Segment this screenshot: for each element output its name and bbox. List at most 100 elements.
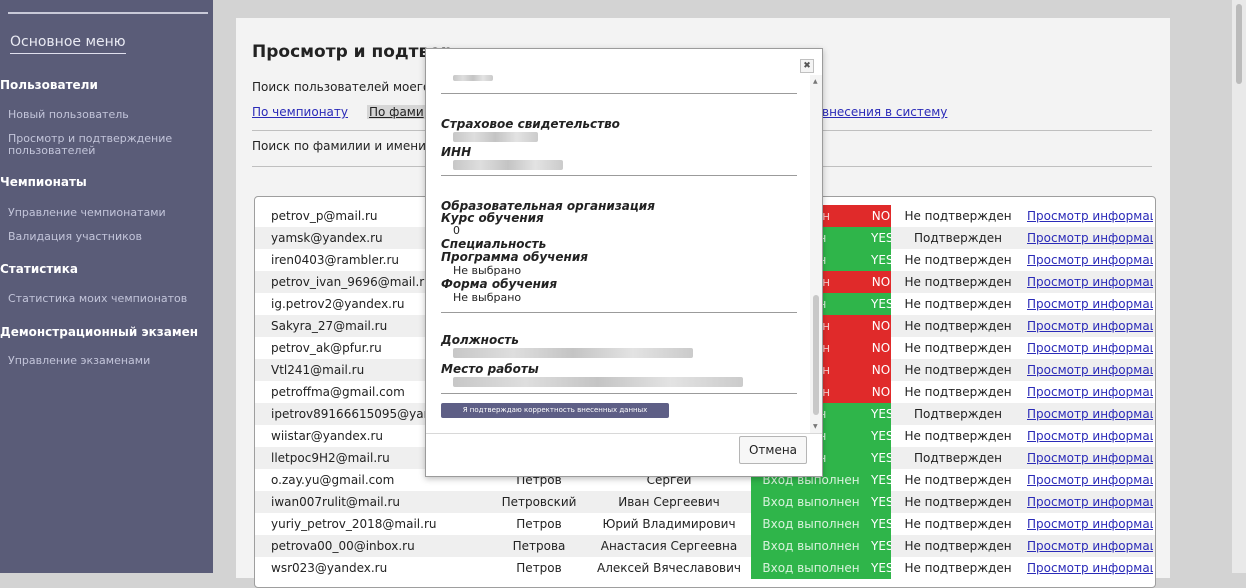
sidebar-item-new-user[interactable]: Новый пользователь (8, 109, 198, 121)
cell-email: iwan007rulit@mail.ru (271, 495, 400, 509)
cancel-button[interactable]: Отмена (739, 436, 807, 464)
cell-login-status: Вход выполнен (751, 557, 871, 579)
cell-flag: NO (871, 381, 891, 403)
cell-confirmation: Не подтвержден (904, 275, 1012, 289)
cell-confirmation: Не подтвержден (904, 385, 1012, 399)
nav-by-entry-date[interactable]: внесения в систему (822, 105, 947, 119)
cell-confirmation: Не подтвержден (904, 209, 1012, 223)
nav-by-championship[interactable]: По чемпионату (252, 105, 348, 119)
view-info-link[interactable]: Просмотр информации (1027, 381, 1153, 403)
page-scroll-thumb[interactable] (1236, 4, 1242, 84)
view-info-link[interactable]: Просмотр информации (1027, 271, 1153, 293)
sidebar-item-manage-championships[interactable]: Управление чемпионатами (8, 207, 198, 219)
sidebar-item-validation[interactable]: Валидация участников (8, 231, 198, 243)
view-info-link[interactable]: Просмотр информации (1027, 535, 1153, 557)
cell-flag: YES (871, 425, 891, 447)
page-scrollbar[interactable] (1232, 0, 1246, 573)
sidebar-section-demo-exam[interactable]: Демонстрационный экзамен (0, 325, 198, 339)
label-position: Должность (441, 333, 519, 347)
cell-confirmation: Не подтвержден (904, 297, 1012, 311)
view-info-link[interactable]: Просмотр информации (1027, 425, 1153, 447)
cell-first-name: Алексей Вячеславович (596, 561, 742, 575)
cell-first-name: Иван Сергеевич (618, 495, 720, 509)
cell-flag: YES (871, 469, 891, 491)
table-row: petrova00_00@inbox.ru Петрова Анастасия Се… (255, 535, 1155, 557)
view-info-link[interactable]: Просмотр информации (1027, 491, 1153, 513)
redacted-value (453, 75, 493, 81)
sidebar-item-my-stats[interactable]: Статистика моих чемпионатов (8, 293, 198, 305)
redacted-value (453, 160, 563, 170)
view-info-link[interactable]: Просмотр информации (1027, 403, 1153, 425)
modal-footer-divider (426, 433, 822, 434)
view-info-link[interactable]: Просмотр информации (1027, 249, 1153, 271)
label-inn: ИНН (441, 145, 472, 159)
label-course: Курс обучения (441, 211, 544, 225)
cell-last-name: Петров (516, 561, 562, 575)
redacted-value (453, 348, 693, 358)
modal-scrollbar[interactable]: ▲ ▼ (810, 75, 822, 433)
cell-confirmation: Подтвержден (913, 451, 1003, 465)
modal-divider (441, 393, 797, 394)
view-info-link[interactable]: Просмотр информации (1027, 293, 1153, 315)
cell-email: yuriy_petrov_2018@mail.ru (271, 517, 437, 531)
value-course: 0 (453, 224, 460, 237)
modal-divider (441, 175, 797, 176)
cell-first-name: Анастасия Сергеевна (600, 539, 738, 553)
label-program: Программа обучения (441, 250, 588, 264)
user-info-modal: ✖ Страховое свидетельство ИНН Образовате… (425, 48, 823, 477)
sidebar-item-manage-exams[interactable]: Управление экзаменами (8, 355, 198, 367)
cell-login-status: Вход выполнен (751, 535, 871, 557)
scroll-down-icon[interactable]: ▼ (813, 423, 818, 430)
cell-email: petrova00_00@inbox.ru (271, 539, 415, 553)
sidebar: Основное меню Пользователи Новый пользов… (0, 0, 213, 573)
cell-flag: YES (871, 227, 891, 249)
cell-flag: NO (871, 337, 891, 359)
cell-confirmation: Не подтвержден (904, 341, 1012, 355)
cell-confirmation: Не подтвержден (904, 363, 1012, 377)
view-info-link[interactable]: Просмотр информации (1027, 337, 1153, 359)
cell-confirmation: Подтвержден (913, 231, 1003, 245)
search-label: Поиск по фамилии и имени (252, 139, 426, 153)
sidebar-item-view-users[interactable]: Просмотр и подтверждение пользователей (8, 133, 198, 157)
view-info-link[interactable]: Просмотр информации (1027, 227, 1153, 249)
confirm-data-button[interactable]: Я подтверждаю корректность внесенных дан… (441, 403, 669, 418)
view-info-link[interactable]: Просмотр информации (1027, 205, 1153, 227)
modal-divider (441, 93, 797, 94)
scroll-up-icon[interactable]: ▲ (813, 78, 818, 85)
cell-email: wsr023@yandex.ru (271, 561, 388, 575)
page-title: Просмотр и подтвер (252, 42, 453, 62)
cell-flag: YES (871, 557, 891, 579)
sidebar-title[interactable]: Основное меню (10, 34, 126, 54)
view-info-link[interactable]: Просмотр информации (1027, 447, 1153, 469)
view-info-link[interactable]: Просмотр информации (1027, 513, 1153, 535)
page-subtitle: Поиск пользователей моего (252, 80, 431, 94)
cell-flag: NO (871, 271, 891, 293)
table-row: yuriy_petrov_2018@mail.ru Петров Юрий Влад… (255, 513, 1155, 535)
cell-flag: NO (871, 315, 891, 337)
nav-by-surname[interactable]: По фами (367, 105, 426, 119)
label-form: Форма обучения (441, 277, 558, 291)
sidebar-divider (8, 12, 208, 14)
view-info-link[interactable]: Просмотр информации (1027, 557, 1153, 579)
cell-flag: YES (871, 491, 891, 513)
cell-last-name: Петров (516, 517, 562, 531)
view-info-link[interactable]: Просмотр информации (1027, 469, 1153, 491)
sidebar-section-championships[interactable]: Чемпионаты (0, 175, 87, 189)
cell-confirmation: Не подтвержден (904, 319, 1012, 333)
cell-confirmation: Не подтвержден (904, 517, 1012, 531)
close-icon[interactable]: ✖ (800, 59, 814, 73)
sidebar-section-users[interactable]: Пользователи (0, 78, 98, 92)
cell-confirmation: Подтвержден (913, 407, 1003, 421)
redacted-value (453, 132, 538, 142)
modal-divider (441, 312, 797, 313)
view-info-link[interactable]: Просмотр информации (1027, 359, 1153, 381)
sidebar-section-statistics[interactable]: Статистика (0, 262, 78, 276)
scroll-thumb[interactable] (813, 295, 819, 415)
value-form: Не выбрано (453, 291, 522, 304)
cell-confirmation: Не подтвержден (904, 539, 1012, 553)
table-row: iwan007rulit@mail.ru Петровский Иван Серге… (255, 491, 1155, 513)
cell-confirmation: Не подтвержден (904, 429, 1012, 443)
view-info-link[interactable]: Просмотр информации (1027, 315, 1153, 337)
cell-flag: YES (871, 249, 891, 271)
label-workplace: Место работы (441, 362, 539, 376)
